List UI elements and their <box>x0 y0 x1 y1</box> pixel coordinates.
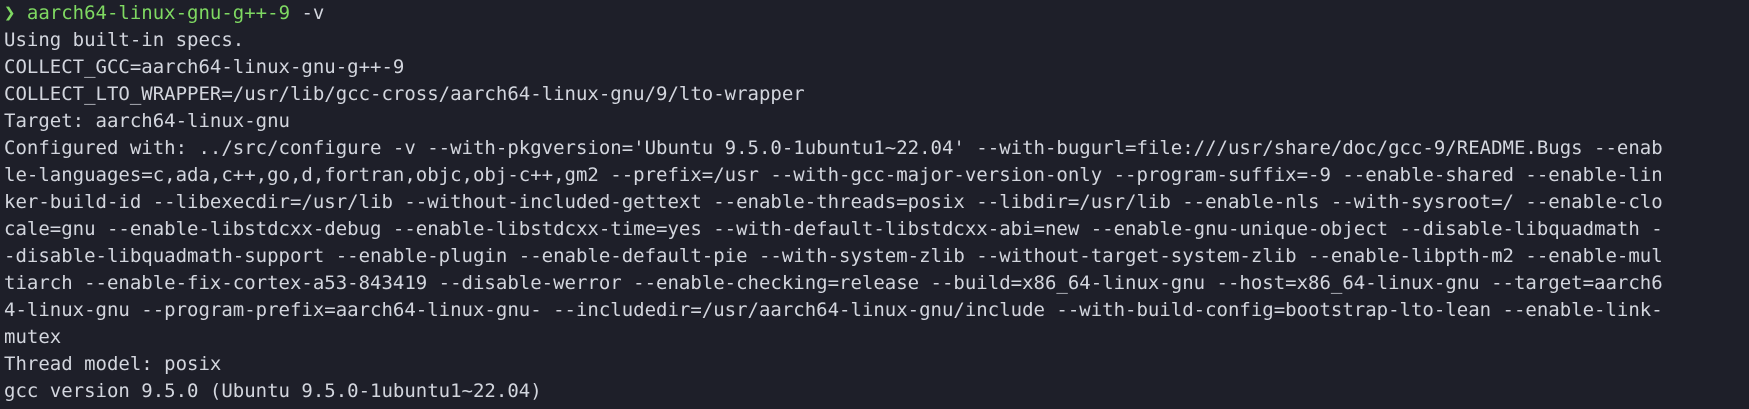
output-line: Configured with: ../src/configure -v --w… <box>4 137 1663 159</box>
output-line: cale=gnu --enable-libstdcxx-debug --enab… <box>4 218 1663 240</box>
output-line: Target: aarch64-linux-gnu <box>4 110 290 132</box>
prompt-command: aarch64-linux-gnu-g++-9 <box>26 2 291 24</box>
output-line: COLLECT_LTO_WRAPPER=/usr/lib/gcc-cross/a… <box>4 83 805 105</box>
output-line: -disable-libquadmath-support --enable-pl… <box>4 245 1663 267</box>
output-line: mutex <box>4 326 62 348</box>
output-line: le-languages=c,ada,c++,go,d,fortran,objc… <box>4 164 1663 186</box>
output-line: Thread model: posix <box>4 353 222 375</box>
output-line: ker-build-id --libexecdir=/usr/lib --wit… <box>4 191 1663 213</box>
output-line: COLLECT_GCC=aarch64-linux-gnu-g++-9 <box>4 56 405 78</box>
output-line: tiarch --enable-fix-cortex-a53-843419 --… <box>4 272 1663 294</box>
prompt-line: ❯ aarch64-linux-gnu-g++-9 -v <box>4 0 1749 27</box>
prompt-arrow-icon: ❯ <box>4 2 16 24</box>
output-line: gcc version 9.5.0 (Ubuntu 9.5.0-1ubuntu1… <box>4 380 542 402</box>
terminal-window[interactable]: ❯ aarch64-linux-gnu-g++-9 -v Using built… <box>0 0 1749 409</box>
prompt-args: -v <box>290 2 325 24</box>
output-line: 4-linux-gnu --program-prefix=aarch64-lin… <box>4 299 1663 321</box>
output-line: Using built-in specs. <box>4 29 245 51</box>
